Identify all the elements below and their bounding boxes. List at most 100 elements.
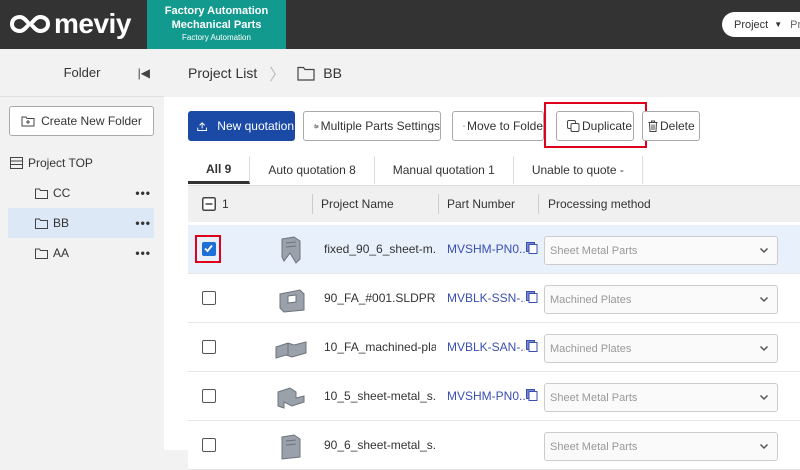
table-row[interactable]: fixed_90_6_sheet-m... MVSHM-PN0... Sheet… [188,225,800,274]
processing-method-select[interactable]: Sheet Metal Parts [544,432,778,461]
move-to-folder-button[interactable]: Move to Folde [452,111,544,141]
sheet-metal-part-thumbnail[interactable] [274,431,308,461]
project-name[interactable]: 10_5_sheet-metal_s... [324,389,436,403]
breadcrumb-current-folder: BB [323,65,342,81]
part-number-link[interactable]: MVSHM-PN0... [447,389,525,403]
search-scope-select[interactable]: Project ▼ Pr [722,12,800,37]
processing-method-value: Sheet Metal Parts [550,244,638,257]
column-header-part-number[interactable]: Part Number [447,186,515,222]
row-checkbox[interactable] [202,340,216,354]
folder-icon [35,218,48,229]
tab-manual-quotation[interactable]: Manual quotation 1 [375,156,514,184]
processing-method-select[interactable]: Sheet Metal Parts [544,236,778,265]
column-divider [312,194,313,214]
tab-all[interactable]: All 9 [188,156,251,184]
select-all-checkbox[interactable]: 1 [202,186,229,222]
logo-text: meviy [54,8,131,39]
tab-unable-to-quote[interactable]: Unable to quote - [514,156,643,184]
part-number-link[interactable]: MVSHM-PN0... [447,242,525,256]
tree-item-project-top[interactable]: Project TOP [10,148,156,178]
tree-item-cc[interactable]: CC ••• [8,178,154,208]
folder-title: Folder [63,65,101,80]
delete-label: Delete [660,119,695,133]
trash-icon [648,120,658,132]
new-quotation-button[interactable]: New quotation [188,111,295,141]
list-icon [10,157,23,169]
machined-plate-thumbnail[interactable] [274,333,308,363]
copy-icon[interactable] [526,389,538,401]
more-options-icon[interactable]: ••• [135,246,151,260]
processing-method-value: Sheet Metal Parts [550,440,638,453]
sheet-metal-part-thumbnail[interactable] [274,382,308,412]
part-number-link[interactable]: MVBLK-SSN-... [447,291,525,305]
infinity-logo-icon [10,14,50,34]
tab-auto-quotation[interactable]: Auto quotation 8 [250,156,375,184]
meviy-logo[interactable]: meviy [10,8,131,39]
move-folder-icon [463,125,465,127]
row-checkbox[interactable] [202,389,216,403]
create-new-folder-button[interactable]: Create New Folder [9,106,154,136]
folder-sidebar: Folder |◀ Create New Folder Project TOP … [0,49,164,450]
column-header-project-name[interactable]: Project Name [321,186,394,222]
table-row[interactable]: 10_5_sheet-metal_s... MVSHM-PN0... Sheet… [188,372,800,421]
add-folder-icon [21,116,35,127]
search-input-placeholder[interactable]: Pr [790,19,800,31]
top-bar: meviy Factory Automation Mechanical Part… [0,0,800,49]
chevron-down-icon [759,296,769,303]
project-name[interactable]: 90_FA_#001.SLDPRT [324,291,436,305]
table-row[interactable]: 90_FA_#001.SLDPRT MVBLK-SSN-... Machined… [188,274,800,323]
tree-item-label: AA [53,246,70,260]
processing-method-value: Sheet Metal Parts [550,391,638,404]
column-header-processing-method[interactable]: Processing method [548,186,651,222]
tree-item-bb[interactable]: BB ••• [8,208,154,238]
tree-item-label: BB [53,216,70,230]
duplicate-highlight-box [544,102,647,148]
brand-line-3: Factory Automation [182,33,251,42]
project-name[interactable]: 10_FA_machined-pla... [324,340,436,354]
breadcrumb: Project List 〉 BB [164,49,800,97]
folder-header: Folder |◀ [0,49,164,97]
folder-icon [35,248,48,259]
upload-icon [197,121,208,131]
brand-category-box[interactable]: Factory Automation Mechanical Parts Fact… [147,0,286,49]
new-quotation-label: New quotation [217,119,294,133]
multiple-parts-settings-label: Multiple Parts Settings [320,119,440,133]
tree-item-aa[interactable]: AA ••• [8,238,154,268]
main-content: Project List 〉 BB New quotation Multiple… [164,49,800,470]
copy-icon[interactable] [526,291,538,303]
selected-count: 1 [222,197,229,211]
column-divider [438,194,439,214]
table-header: 1 Project Name Part Number Processing me… [188,186,800,222]
table-row[interactable]: 90_6_sheet-metal_s... Sheet Metal Parts [188,421,800,470]
delete-button[interactable]: Delete [642,111,700,141]
part-number-link[interactable]: MVBLK-SAN-... [447,340,525,354]
move-to-folder-label: Move to Folde [466,119,543,133]
tree-item-label: Project TOP [28,156,93,170]
processing-method-select[interactable]: Machined Plates [544,334,778,363]
tree-item-label: CC [53,186,71,200]
quotation-tabs: All 9 Auto quotation 8 Manual quotation … [188,156,643,184]
brand-line-1: Factory Automation [164,5,269,17]
more-options-icon[interactable]: ••• [135,216,151,230]
project-name[interactable]: fixed_90_6_sheet-m... [324,242,436,256]
machined-plate-thumbnail[interactable] [274,284,308,314]
processing-method-select[interactable]: Machined Plates [544,285,778,314]
collapse-sidebar-icon[interactable]: |◀ [138,66,150,80]
brand-line-2: Mechanical Parts [171,19,262,31]
processing-method-select[interactable]: Sheet Metal Parts [544,383,778,412]
copy-icon[interactable] [526,242,538,254]
indeterminate-checkbox-icon [202,197,216,211]
chevron-right-icon: 〉 [269,67,286,84]
folder-icon [35,188,48,199]
caret-down-icon: ▼ [774,20,783,29]
row-checkbox[interactable] [202,291,216,305]
breadcrumb-project-list[interactable]: Project List [188,65,257,81]
multiple-parts-settings-button[interactable]: Multiple Parts Settings [303,111,441,141]
checkbox-highlight-box [195,235,221,263]
table-row[interactable]: 10_FA_machined-pla... MVBLK-SAN-... Mach… [188,323,800,372]
more-options-icon[interactable]: ••• [135,186,151,200]
folder-icon [297,66,315,81]
chevron-down-icon [759,394,769,401]
copy-icon[interactable] [526,340,538,352]
sheet-metal-part-thumbnail[interactable] [274,235,308,265]
